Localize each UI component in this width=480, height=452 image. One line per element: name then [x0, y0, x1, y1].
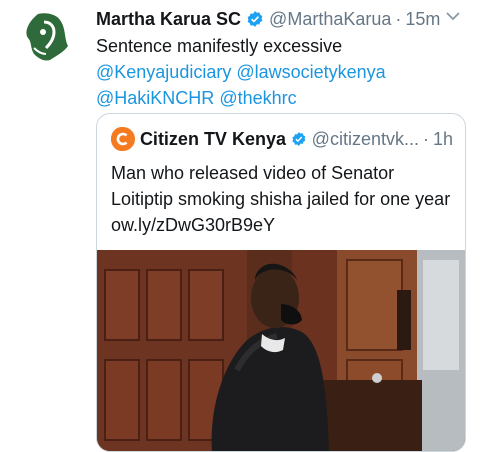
tweet-text-line: Sentence manifestly excessive [96, 36, 343, 56]
citizen-logo-icon [111, 127, 135, 151]
tweet-time[interactable]: 15m [405, 9, 440, 30]
chevron-down-icon[interactable] [444, 7, 462, 25]
mention-line: @Kenyajudiciary @lawsocietykenya [96, 59, 468, 85]
tweet-header: Martha Karua SC @MarthaKarua · 15m [96, 7, 468, 31]
quoted-tweet-text: Man who released video of Senator Loitip… [111, 160, 455, 238]
mention-hakikenchr[interactable]: @HakiKNCHR [96, 88, 214, 108]
mention-line: @HakiKNCHR @thekhrc [96, 85, 468, 111]
quoted-media-photo[interactable] [97, 250, 465, 452]
quoted-author-name[interactable]: Citizen TV Kenya [140, 129, 286, 150]
quoted-author-handle[interactable]: @citizentvk... [312, 129, 419, 150]
mention-kenyajudiciary[interactable]: @Kenyajudiciary [96, 62, 231, 82]
citizen-avatar[interactable] [111, 127, 135, 151]
verified-badge-icon [247, 11, 263, 27]
tweet-text: Sentence manifestly excessive @Kenyajudi… [96, 33, 468, 111]
quoted-text-line: Loitiptip smoking shisha jailed for one … [111, 189, 451, 209]
verified-badge-icon [292, 132, 306, 146]
quoted-link[interactable]: ow.ly/zDwG30rB9eY [111, 212, 455, 238]
quoted-tweet-card[interactable]: Citizen TV Kenya @citizentvk... · 1h Man… [96, 113, 466, 452]
mention-lawsocietykenya[interactable]: @lawsocietykenya [236, 62, 385, 82]
quoted-tweet-header: Citizen TV Kenya @citizentvk... · 1h [111, 126, 453, 152]
mention-thekhrc[interactable]: @thekhrc [219, 88, 296, 108]
separator-dot: · [422, 128, 429, 149]
quoted-time[interactable]: 1h [433, 129, 453, 150]
quoted-text-line: Man who released video of Senator [111, 163, 395, 183]
author-handle[interactable]: @MarthaKarua [269, 9, 391, 30]
kenya-map-logo-icon [26, 13, 68, 61]
separator-dot: · [395, 8, 402, 29]
author-avatar[interactable] [16, 8, 74, 66]
author-name[interactable]: Martha Karua SC [96, 9, 241, 30]
